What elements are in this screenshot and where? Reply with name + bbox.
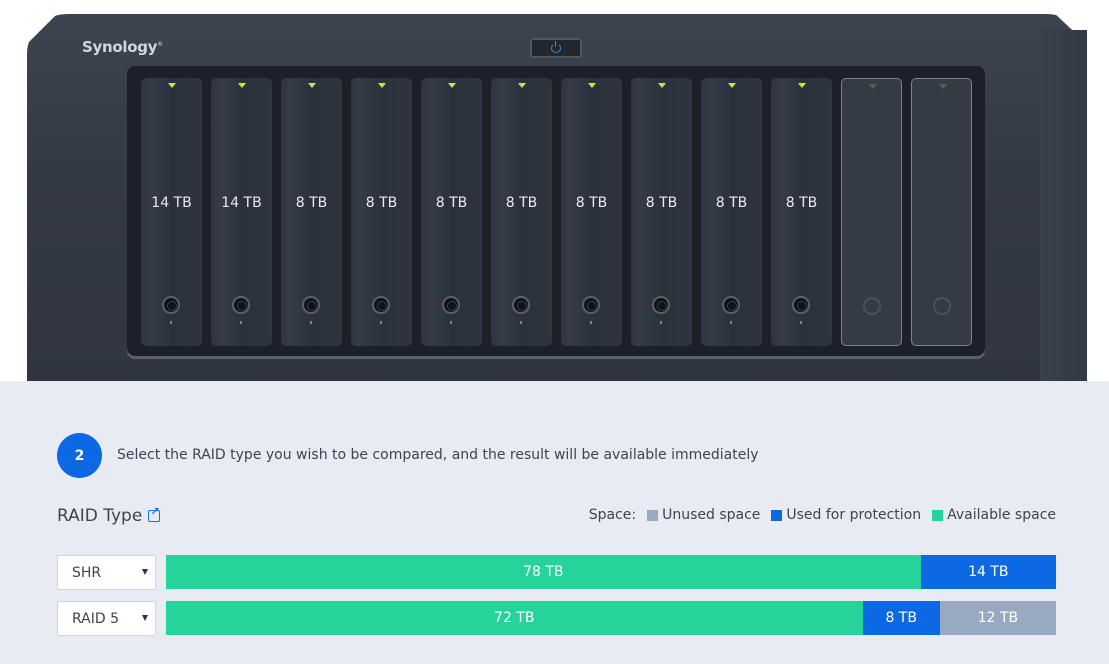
raid-type-heading: RAID Type	[57, 505, 161, 526]
capacity-bar-shr: 78 TB 14 TB	[166, 555, 1056, 589]
legend-item-protection: Used for protection	[771, 507, 921, 523]
drive-capacity-label: 8 TB	[295, 195, 328, 211]
status-led-icon	[588, 83, 596, 88]
drive-capacity-label: 8 TB	[785, 195, 818, 211]
drive-tray[interactable]: 8 TB	[281, 78, 342, 346]
tray-indicator	[310, 321, 312, 324]
raid-type-select-2[interactable]: RAID 5	[57, 601, 156, 636]
tray-indicator	[730, 321, 732, 324]
drive-tray[interactable]: 8 TB	[631, 78, 692, 346]
status-led-icon	[728, 83, 736, 88]
tray-indicator	[660, 321, 662, 324]
power-button	[530, 38, 582, 58]
tray-lock-icon	[933, 297, 951, 315]
drive-tray[interactable]: 8 TB	[421, 78, 482, 346]
tray-lock-icon	[863, 297, 881, 315]
status-led-icon	[869, 84, 877, 89]
tray-lock-icon	[442, 296, 460, 314]
legend-text: Used for protection	[786, 507, 922, 523]
tray-lock-icon	[582, 296, 600, 314]
tray-lock-icon	[302, 296, 320, 314]
tray-indicator	[380, 321, 382, 324]
empty-drive-tray[interactable]	[911, 78, 972, 346]
drive-capacity-label: 14 TB	[151, 195, 192, 211]
bar-segment-available: 72 TB	[166, 601, 863, 635]
power-icon	[551, 41, 561, 53]
select-value: SHR	[72, 564, 102, 581]
tray-indicator	[800, 321, 802, 324]
drive-tray[interactable]: 14 TB	[141, 78, 202, 346]
raid-type-select-1[interactable]: SHR	[57, 555, 156, 590]
legend-item-available: Available space	[932, 507, 1056, 523]
drive-tray[interactable]: 8 TB	[701, 78, 762, 346]
legend-swatch-protection	[771, 509, 783, 521]
bar-segment-unused: 12 TB	[939, 601, 1056, 635]
drive-capacity-label: 8 TB	[365, 195, 398, 211]
status-led-icon	[238, 83, 246, 88]
drive-tray[interactable]: 8 TB	[771, 78, 832, 346]
nas-device-illustration: Synology® 14 TB 14 TB 8 TB 8 TB 8 TB 8 TB 8 TB…	[0, 0, 1109, 394]
tray-lock-icon	[162, 296, 180, 314]
tray-lock-icon	[372, 296, 390, 314]
step-number-badge: 2	[57, 433, 102, 478]
status-led-icon	[518, 83, 526, 88]
status-led-icon	[798, 83, 806, 88]
tray-lock-icon	[722, 296, 740, 314]
drive-capacity-label: 8 TB	[505, 195, 538, 211]
legend-item-unused: Unused space	[647, 507, 760, 523]
chevron-down-icon	[142, 615, 148, 621]
tray-lock-icon	[512, 296, 530, 314]
status-led-icon	[658, 83, 666, 88]
legend-swatch-unused	[647, 509, 659, 521]
bar-segment-protection: 8 TB	[862, 601, 940, 635]
select-value: RAID 5	[72, 610, 120, 627]
drive-capacity-label: 8 TB	[715, 195, 748, 211]
drive-capacity-label: 8 TB	[645, 195, 678, 211]
brand-logo: Synology®	[82, 38, 163, 56]
drive-tray[interactable]: 14 TB	[211, 78, 272, 346]
tray-indicator	[170, 321, 172, 324]
status-led-icon	[308, 83, 316, 88]
tray-lock-icon	[232, 296, 250, 314]
legend-swatch-available	[932, 509, 944, 521]
chevron-down-icon	[142, 569, 148, 575]
drive-capacity-label: 8 TB	[575, 195, 608, 211]
bar-segment-protection: 14 TB	[920, 555, 1056, 589]
legend-label: Space:	[588, 507, 637, 523]
raid-type-title: RAID Type	[57, 506, 143, 526]
empty-drive-tray[interactable]	[841, 78, 902, 346]
drive-capacity-label: 14 TB	[221, 195, 262, 211]
raid-calculator: Synology® 14 TB 14 TB 8 TB 8 TB 8 TB 8 TB 8 TB…	[0, 0, 1109, 664]
drive-tray[interactable]: 8 TB	[351, 78, 412, 346]
tray-indicator	[240, 321, 242, 324]
drive-capacity-label: 8 TB	[435, 195, 468, 211]
tray-indicator	[520, 321, 522, 324]
tray-indicator	[450, 321, 452, 324]
nas-chassis-side	[1040, 30, 1087, 381]
status-led-icon	[378, 83, 386, 88]
tray-lock-icon	[652, 296, 670, 314]
external-link-icon[interactable]	[148, 505, 161, 522]
status-led-icon	[939, 84, 947, 89]
tray-indicator	[590, 321, 592, 324]
legend-text: Unused space	[662, 507, 761, 523]
capacity-bar-raid5: 72 TB 8 TB 12 TB	[166, 601, 1056, 635]
status-led-icon	[168, 83, 176, 88]
step-instruction: Select the RAID type you wish to be comp…	[117, 447, 759, 463]
tray-lock-icon	[792, 296, 810, 314]
space-legend: Space: Unused space Used for protection …	[589, 507, 1056, 523]
drive-tray[interactable]: 8 TB	[561, 78, 622, 346]
drive-tray[interactable]: 8 TB	[491, 78, 552, 346]
bar-segment-available: 78 TB	[166, 555, 921, 589]
legend-text: Available space	[947, 507, 1056, 523]
status-led-icon	[448, 83, 456, 88]
